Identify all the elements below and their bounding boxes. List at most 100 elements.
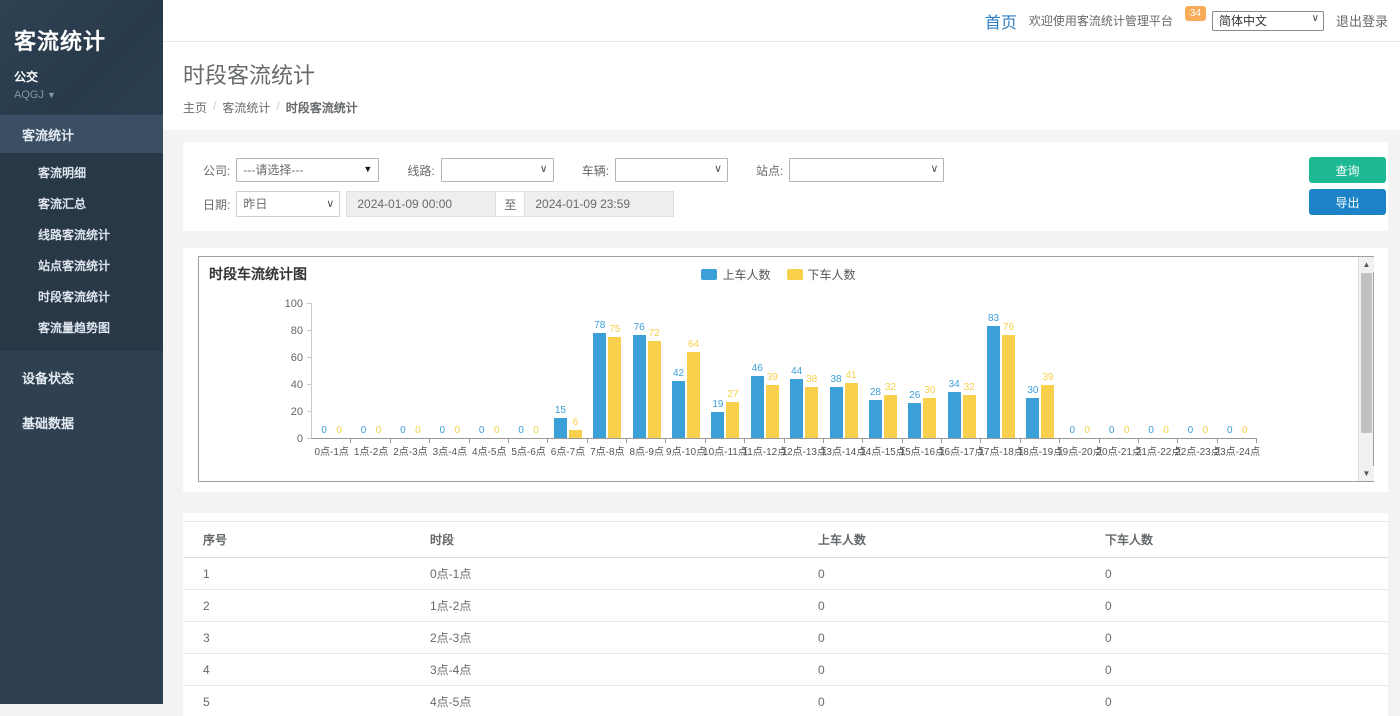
scrollbar-thumb[interactable] xyxy=(1361,273,1372,433)
sidebar-subitem-0[interactable]: 客流明细 xyxy=(0,157,163,188)
org-code-dropdown[interactable]: AQGJ ▼ xyxy=(14,89,149,101)
legend-item[interactable]: 下车人数 xyxy=(787,266,856,283)
sidebar-subitem-2[interactable]: 线路客流统计 xyxy=(0,219,163,250)
bar[interactable] xyxy=(948,392,961,438)
bar-value-label: 39 xyxy=(1042,373,1053,383)
table-row[interactable]: 32点-3点00 xyxy=(183,622,1388,654)
bar[interactable] xyxy=(963,395,976,438)
y-tick-mark xyxy=(307,330,312,331)
chart-category: 0020点-21点 xyxy=(1100,304,1139,438)
table-cell: 0 xyxy=(798,686,1085,716)
bar[interactable] xyxy=(845,383,858,438)
date-from-input[interactable] xyxy=(346,191,496,217)
bar[interactable] xyxy=(884,395,897,438)
table-cell: 0点-1点 xyxy=(410,558,798,590)
sidebar-item-device-status[interactable]: 设备状态 xyxy=(0,359,163,396)
logout-link[interactable]: 退出登录 xyxy=(1336,11,1388,30)
x-tick-mark xyxy=(508,438,509,443)
sidebar-item-basic-data[interactable]: 基础数据 xyxy=(0,404,163,441)
bar[interactable] xyxy=(751,376,764,438)
bar-column: 0 xyxy=(396,426,409,438)
station-select[interactable] xyxy=(789,158,944,182)
scroll-down-icon[interactable]: ▼ xyxy=(1359,466,1374,481)
bar[interactable] xyxy=(687,352,700,438)
breadcrumb-current: 时段客流统计 xyxy=(286,99,358,116)
date-preset-select[interactable]: 昨日 xyxy=(236,191,340,217)
bar[interactable] xyxy=(569,430,582,438)
bar[interactable] xyxy=(608,337,621,438)
bar-value-label: 15 xyxy=(555,406,566,416)
chart-category: 443812点-13点 xyxy=(785,304,824,438)
notification-badge[interactable]: 34 xyxy=(1185,6,1206,21)
company-select[interactable]: ---请选择--- xyxy=(236,158,379,182)
bar-value-label: 32 xyxy=(964,383,975,393)
breadcrumb-home[interactable]: 主页 xyxy=(183,99,207,116)
table-cell: 0 xyxy=(798,590,1085,622)
bar[interactable] xyxy=(726,402,739,438)
bar[interactable] xyxy=(830,387,843,438)
bar[interactable] xyxy=(672,381,685,438)
date-label: 日期: xyxy=(203,196,230,213)
bar[interactable] xyxy=(987,326,1000,438)
vehicle-select[interactable] xyxy=(615,158,728,182)
table-row[interactable]: 10点-1点00 xyxy=(183,558,1388,590)
x-tick-mark xyxy=(429,438,430,443)
query-button[interactable]: 查询 xyxy=(1309,157,1386,183)
bar[interactable] xyxy=(1026,398,1039,439)
chart-category: 0021点-22点 xyxy=(1139,304,1178,438)
bar[interactable] xyxy=(805,387,818,438)
breadcrumb-section[interactable]: 客流统计 xyxy=(222,99,270,116)
chart-category: 002点-3点 xyxy=(391,304,430,438)
home-link[interactable]: 首页 xyxy=(985,9,1017,33)
sidebar-subitem-3[interactable]: 站点客流统计 xyxy=(0,250,163,281)
main-area: 首页 欢迎使用客流统计管理平台 34 简体中文 ∨ 退出登录 时段客流统计 主页… xyxy=(163,0,1400,704)
bar[interactable] xyxy=(554,418,567,438)
bar-value-label: 75 xyxy=(609,325,620,335)
sidebar-submenu: 客流明细客流汇总线路客流统计站点客流统计时段客流统计客流量趋势图 xyxy=(0,153,163,351)
date-to-input[interactable] xyxy=(524,191,674,217)
bar[interactable] xyxy=(711,412,724,438)
chart-bars: 000点-1点001点-2点002点-3点003点-4点004点-5点005点-… xyxy=(312,304,1257,439)
bar-column: 44 xyxy=(790,367,803,438)
topbar: 首页 欢迎使用客流统计管理平台 34 简体中文 ∨ 退出登录 xyxy=(163,0,1400,42)
bar[interactable] xyxy=(908,403,921,438)
bar[interactable] xyxy=(1002,335,1015,438)
scroll-up-icon[interactable]: ▲ xyxy=(1359,257,1374,272)
table-row[interactable]: 21点-2点00 xyxy=(183,590,1388,622)
bar-column: 0 xyxy=(1184,426,1197,438)
bar[interactable] xyxy=(766,385,779,438)
sidebar-subitem-1[interactable]: 客流汇总 xyxy=(0,188,163,219)
bar[interactable] xyxy=(633,335,646,438)
sidebar-subitem-4[interactable]: 时段客流统计 xyxy=(0,281,163,312)
bar[interactable] xyxy=(869,400,882,438)
bar-column: 64 xyxy=(687,340,700,438)
legend-label: 上车人数 xyxy=(722,266,770,283)
bar[interactable] xyxy=(648,341,661,438)
bar-column: 0 xyxy=(372,426,385,438)
line-select[interactable] xyxy=(441,158,554,182)
bar[interactable] xyxy=(923,398,936,439)
bar[interactable] xyxy=(790,379,803,438)
org-code-label: AQGJ xyxy=(14,89,44,101)
x-tick-mark xyxy=(390,438,391,443)
sidebar-subitem-5[interactable]: 客流量趋势图 xyxy=(0,312,163,343)
sidebar-item-passenger-stats[interactable]: 客流统计 xyxy=(0,115,163,153)
chart-legend: 上车人数下车人数 xyxy=(199,266,1358,283)
bar-value-label: 0 xyxy=(321,426,327,436)
bar[interactable] xyxy=(593,333,606,438)
bar-column: 0 xyxy=(318,426,331,438)
table-row[interactable]: 43点-4点00 xyxy=(183,654,1388,686)
table-cell: 0 xyxy=(798,622,1085,654)
bar-column: 0 xyxy=(475,426,488,438)
bar-value-label: 6 xyxy=(573,418,579,428)
table-row[interactable]: 54点-5点00 xyxy=(183,686,1388,716)
language-select[interactable]: 简体中文 xyxy=(1212,11,1324,31)
bar[interactable] xyxy=(1041,385,1054,438)
x-tick-label: 7点-8点 xyxy=(590,443,624,458)
bar-value-label: 0 xyxy=(1188,426,1194,436)
legend-item[interactable]: 上车人数 xyxy=(701,266,770,283)
chart-scrollbar[interactable]: ▲ ▼ xyxy=(1358,257,1373,481)
table-cell: 2 xyxy=(183,590,410,622)
bar-value-label: 32 xyxy=(885,383,896,393)
export-button[interactable]: 导出 xyxy=(1309,189,1386,215)
